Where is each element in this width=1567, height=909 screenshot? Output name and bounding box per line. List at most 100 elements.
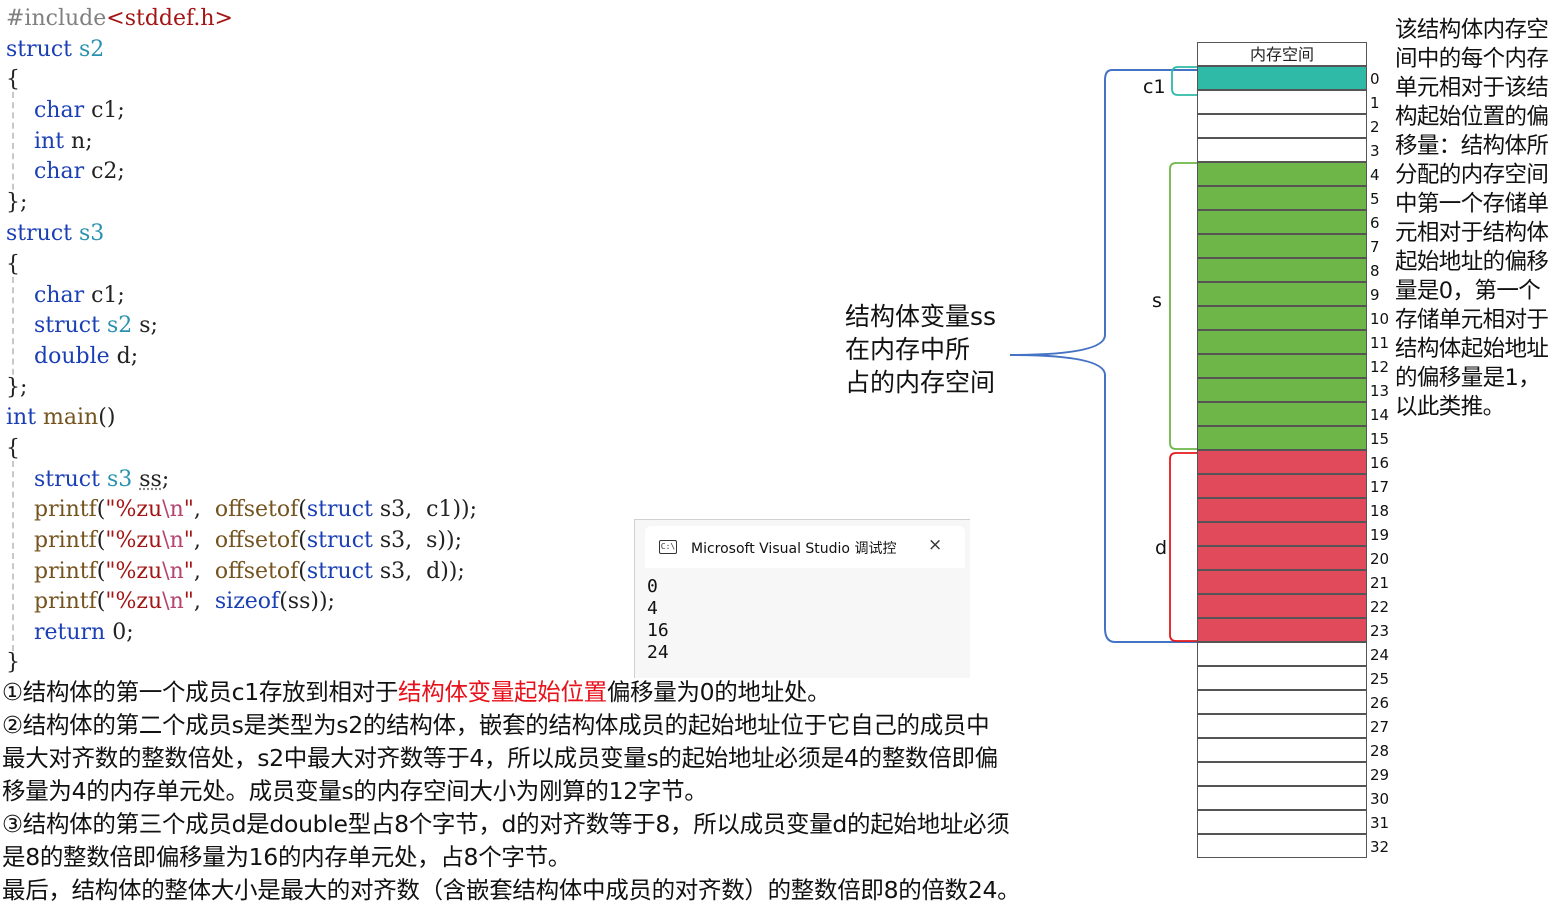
brace-c1: [1171, 66, 1197, 96]
memory-offset-label: 29: [1370, 766, 1390, 784]
memory-cell-empty: [1197, 810, 1367, 834]
side-text-line: 构起始位置的偏: [1395, 104, 1549, 130]
offset-explanation: 该结构体内存空 间中的每个内存 单元相对于该结 构起始位置的偏 移量：结构体所 …: [1395, 16, 1567, 422]
close-icon[interactable]: ×: [928, 535, 942, 555]
memory-cell-empty: [1197, 642, 1367, 666]
memory-cell-empty: [1197, 762, 1367, 786]
memory-offset-label: 20: [1370, 550, 1390, 568]
note-line: ③结构体的第三个成员d是double型占8个字节，d的对齐数等于8，所以成员变量…: [2, 810, 1010, 838]
memory-cell-d: [1197, 546, 1367, 570]
memory-cell-s: [1197, 402, 1367, 426]
code-line-brace: {: [6, 67, 20, 92]
memory-offset-label: 28: [1370, 742, 1390, 760]
memory-cell-d: [1197, 450, 1367, 474]
member-label-s: s: [1152, 290, 1162, 312]
memory-offset-label: 18: [1370, 502, 1390, 520]
console-output-line: 0: [647, 576, 658, 597]
note-line: 最后，结构体的整体大小是最大的对齐数（含嵌套结构体中成员的对齐数）的整数倍即8的…: [2, 876, 1021, 904]
memory-cell-s: [1197, 258, 1367, 282]
explanation-notes: ①结构体的第一个成员c1存放到相对于结构体变量起始位置偏移量为0的地址处。 ②结…: [2, 676, 1192, 907]
memory-cell-empty: [1197, 690, 1367, 714]
code-line-brace: {: [6, 252, 20, 277]
note-line: 最大对齐数的整数倍处，s2中最大对齐数等于4，所以成员变量s的起始地址必须是4的…: [2, 744, 998, 772]
memory-cell-s: [1197, 378, 1367, 402]
code-line-brace: {: [6, 436, 20, 461]
memory-offset-label: 3: [1370, 142, 1380, 160]
code-line-printf: printf("%zu\n", offsetof(struct s3, s));: [33, 528, 463, 553]
code-line-printf: printf("%zu\n", offsetof(struct s3, d));: [33, 559, 465, 584]
memory-cell-s: [1197, 354, 1367, 378]
code-line-printf: printf("%zu\n", offsetof(struct s3, c1))…: [33, 497, 478, 522]
memory-offset-label: 0: [1370, 70, 1380, 88]
memory-cell-empty: [1197, 834, 1367, 858]
debug-console-window[interactable]: C:\ Microsoft Visual Studio 调试控 × 0 4 16…: [634, 519, 970, 678]
member-label-c1: c1: [1143, 76, 1166, 98]
side-text-line: 起始地址的偏移: [1395, 249, 1549, 275]
memory-offset-label: 7: [1370, 238, 1380, 256]
memory-offset-label: 21: [1370, 574, 1390, 592]
code-line-member: int n;: [33, 129, 93, 154]
side-text-line: 移量：结构体所: [1395, 133, 1549, 159]
code-line-printf-sizeof: printf("%zu\n", sizeof(ss));: [33, 589, 335, 614]
memory-offset-label: 30: [1370, 790, 1390, 808]
memory-offset-label: 31: [1370, 814, 1390, 832]
memory-cell-empty: [1197, 714, 1367, 738]
console-output-line: 24: [647, 642, 669, 663]
code-line-struct-s2: struct s2: [6, 37, 105, 62]
memory-offset-label: 10: [1370, 310, 1390, 328]
ss-memory-label: 结构体变量ss 在内存中所 占的内存空间: [845, 300, 996, 399]
console-tab[interactable]: C:\ Microsoft Visual Studio 调试控 ×: [645, 526, 965, 568]
memory-offset-label: 9: [1370, 286, 1380, 304]
memory-offset-label: 12: [1370, 358, 1390, 376]
side-text-line: 的偏移量是1，: [1395, 365, 1541, 391]
code-line-decl: struct s3 ss;: [33, 467, 170, 492]
side-text-line: 该结构体内存空: [1395, 17, 1549, 43]
code-line-member: char c1;: [33, 283, 125, 308]
memory-cell-s: [1197, 186, 1367, 210]
memory-offset-label: 5: [1370, 190, 1380, 208]
memory-offset-label: 16: [1370, 454, 1390, 472]
code-line-brace: }: [6, 650, 20, 675]
memory-cell-d: [1197, 498, 1367, 522]
memory-cell-d: [1197, 570, 1367, 594]
memory-cell-empty: [1197, 138, 1367, 162]
ss-label-line: 在内存中所: [845, 335, 971, 364]
memory-offset-label: 2: [1370, 118, 1380, 136]
memory-cell-s: [1197, 282, 1367, 306]
side-text-line: 中第一个存储单: [1395, 191, 1549, 217]
memory-offset-label: 19: [1370, 526, 1390, 544]
side-text-line: 分配的内存空间: [1395, 162, 1549, 188]
memory-cell-c1: [1197, 66, 1367, 90]
code-editor[interactable]: #include<stddef.h> struct s2 { char c1; …: [0, 0, 630, 680]
side-text-line: 存储单元相对于: [1395, 307, 1549, 333]
brace-ss: [1009, 69, 1197, 643]
console-output-line: 16: [647, 620, 669, 641]
memory-cell-empty: [1197, 786, 1367, 810]
memory-cell-d: [1197, 522, 1367, 546]
code-line-include: #include<stddef.h>: [6, 6, 233, 31]
console-output-line: 4: [647, 598, 658, 619]
side-text-line: 以此类推。: [1395, 394, 1505, 420]
memory-offset-label: 14: [1370, 406, 1390, 424]
memory-offset-label: 13: [1370, 382, 1390, 400]
code-line-return: return 0;: [33, 620, 134, 645]
code-line-struct-s3: struct s3: [6, 221, 105, 246]
memory-offset-label: 32: [1370, 838, 1390, 856]
memory-header: 内存空间: [1197, 42, 1367, 66]
code-line-brace: };: [6, 190, 28, 215]
memory-cell-d: [1197, 474, 1367, 498]
memory-cell-s: [1197, 426, 1367, 450]
side-text-line: 量是0，第一个: [1395, 278, 1541, 304]
side-text-line: 结构体起始地址: [1395, 336, 1549, 362]
code-line-brace: };: [6, 375, 28, 400]
memory-cell-empty: [1197, 738, 1367, 762]
memory-cell-d: [1197, 618, 1367, 642]
memory-cell-s: [1197, 330, 1367, 354]
memory-cell-empty: [1197, 666, 1367, 690]
code-line-member: char c1;: [33, 98, 125, 123]
note-line: 移量为4的内存单元处。成员变量s的内存空间大小为刚算的12字节。: [2, 777, 708, 805]
memory-offset-label: 23: [1370, 622, 1390, 640]
ss-label-line: 结构体变量ss: [845, 302, 997, 331]
note-line: 是8的整数倍即偏移量为16的内存单元处，占8个字节。: [2, 843, 572, 871]
memory-cell-d: [1197, 594, 1367, 618]
